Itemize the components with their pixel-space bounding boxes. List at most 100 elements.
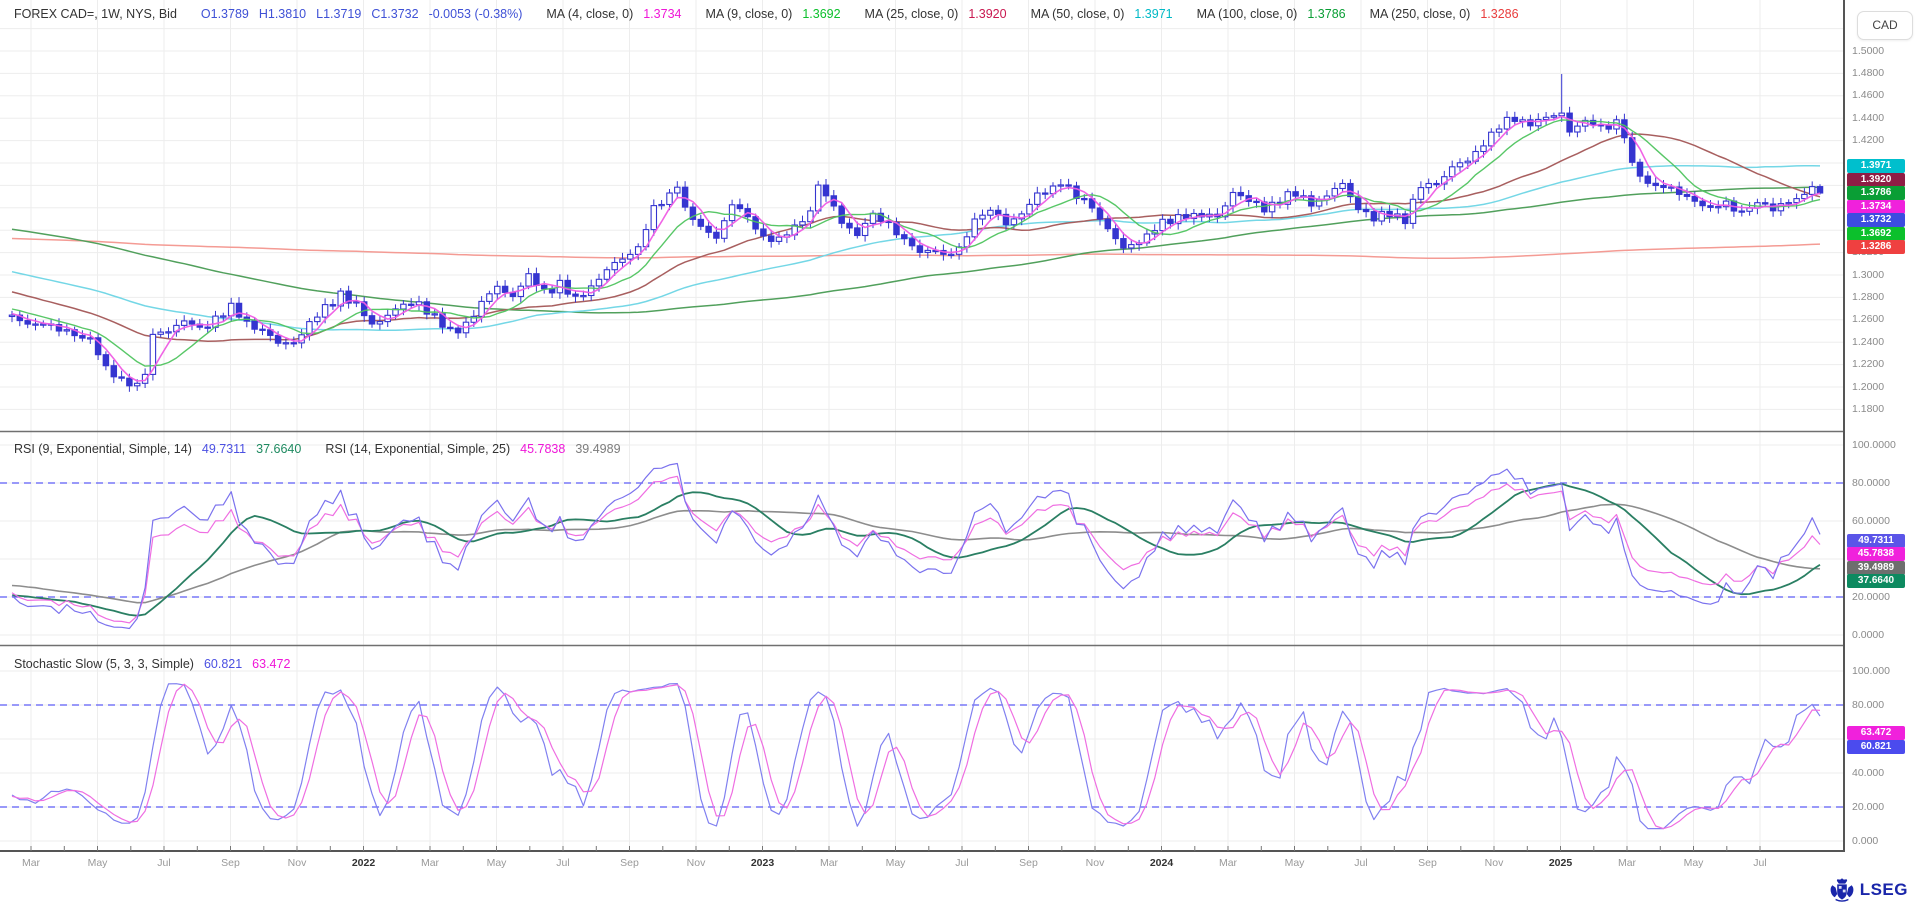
rsi1-label: RSI (9, Exponential, Simple, 14) <box>14 442 192 456</box>
rsi-axis-label: 100.0000 <box>1852 439 1896 451</box>
time-label-month: Sep <box>196 857 266 869</box>
rsi2-signal-value: 39.4989 <box>575 442 620 456</box>
chart-application: FOREX CAD=, 1W, NYS, Bid O1.3789 H1.3810… <box>0 0 1916 905</box>
time-axis[interactable]: MarMayJulSepNov2022MarMayJulSepNov2023Ma… <box>0 852 1846 876</box>
price-axis-label: 1.4600 <box>1852 89 1884 101</box>
candles-layer <box>9 74 1822 392</box>
rsi2-label: RSI (14, Exponential, Simple, 25) <box>325 442 510 456</box>
stoch-label: Stochastic Slow (5, 3, 3, Simple) <box>14 657 194 671</box>
ma-legend-value: 1.3786 <box>1307 7 1345 21</box>
low-value: L1.3719 <box>316 7 361 21</box>
ma-legend-label: MA (4, close, 0) <box>546 7 633 21</box>
time-label-year: 2025 <box>1526 857 1596 869</box>
ma-legend-value: 1.3971 <box>1134 7 1172 21</box>
time-label-month: Jul <box>129 857 199 869</box>
stoch-axis-label: 100.000 <box>1852 665 1890 677</box>
time-label-month: Nov <box>1459 857 1529 869</box>
price-badge: 1.3732 <box>1847 213 1905 227</box>
rsi1-value: 49.7311 <box>202 442 246 456</box>
stoch-axis-label: 0.000 <box>1852 835 1878 847</box>
ma-legend-item: MA (100, close, 0) 1.3786 <box>1197 7 1346 21</box>
main-panel-layer <box>9 74 1822 392</box>
lseg-logo: LSEG <box>1829 878 1908 902</box>
ma-legend-label: MA (50, close, 0) <box>1031 7 1125 21</box>
rsi1-signal-value: 37.6640 <box>256 442 301 456</box>
stoch-badge: 60.821 <box>1847 740 1905 754</box>
time-label-month: Mar <box>395 857 465 869</box>
time-label-month: May <box>861 857 931 869</box>
ma-legend-label: MA (250, close, 0) <box>1370 7 1471 21</box>
time-label-month: Nov <box>661 857 731 869</box>
rsi-badge: 37.6640 <box>1847 574 1905 588</box>
stoch-axis-label: 40.000 <box>1852 767 1884 779</box>
ma-legend-label: MA (25, close, 0) <box>865 7 959 21</box>
rsi-layer <box>12 464 1820 629</box>
chart-legend: FOREX CAD=, 1W, NYS, Bid O1.3789 H1.3810… <box>14 7 1533 21</box>
rsi-axis-label: 0.0000 <box>1852 629 1884 641</box>
change-value: -0.0053 (-0.38%) <box>429 7 523 21</box>
lseg-crest-icon <box>1829 878 1855 902</box>
price-badge: 1.3692 <box>1847 227 1905 241</box>
time-label-year: 2024 <box>1127 857 1197 869</box>
ma-legend-item: MA (25, close, 0) 1.3920 <box>865 7 1007 21</box>
ma-legend-value: 1.3734 <box>643 7 681 21</box>
time-label-month: Sep <box>595 857 665 869</box>
stoch-axis-label: 20.000 <box>1852 801 1884 813</box>
ma-legend-item: MA (9, close, 0)1.3692 <box>705 7 840 21</box>
price-badge: 1.3286 <box>1847 240 1905 254</box>
ma-legend-value: 1.3692 <box>802 7 840 21</box>
ma-legend-item: MA (4, close, 0) 1.3734 <box>546 7 681 21</box>
rsi-axis-label: 20.0000 <box>1852 591 1890 603</box>
rsi-axis-label: 80.0000 <box>1852 477 1890 489</box>
stochastic-panel-title: Stochastic Slow (5, 3, 3, Simple) 60.821… <box>14 657 290 671</box>
price-axis-label: 1.2800 <box>1852 291 1884 303</box>
time-label-month: Jul <box>528 857 598 869</box>
close-value: C1.3732 <box>371 7 418 21</box>
time-label-month: Jul <box>927 857 997 869</box>
rsi2-value: 45.7838 <box>520 442 565 456</box>
ma-legend-label: MA (100, close, 0) <box>1197 7 1298 21</box>
price-chart-canvas[interactable] <box>0 0 1845 852</box>
stoch-d-value: 63.472 <box>252 657 290 671</box>
time-label-month: Nov <box>262 857 332 869</box>
price-axis-label: 1.4400 <box>1852 112 1884 124</box>
ma-legend-item: MA (50, close, 0) 1.3971 <box>1031 7 1173 21</box>
price-badge: 1.3920 <box>1847 173 1905 187</box>
open-value: O1.3789 <box>201 7 249 21</box>
stoch-badge: 63.472 <box>1847 726 1905 740</box>
ohlc-group: O1.3789 H1.3810 L1.3719 C1.3732 -0.0053 … <box>201 7 523 21</box>
price-axis-label: 1.2600 <box>1852 313 1884 325</box>
currency-axis-button[interactable]: CAD <box>1857 11 1913 40</box>
price-axis-label: 1.2000 <box>1852 381 1884 393</box>
rsi-axis-label: 60.0000 <box>1852 515 1890 527</box>
rsi-panel-title: RSI (9, Exponential, Simple, 14) 49.7311… <box>14 442 621 456</box>
price-axis-label: 1.1800 <box>1852 403 1884 415</box>
time-label-month: May <box>1260 857 1330 869</box>
time-label-year: 2022 <box>329 857 399 869</box>
time-label-month: Mar <box>1193 857 1263 869</box>
time-label-month: Sep <box>1393 857 1463 869</box>
time-label-month: Mar <box>0 857 66 869</box>
price-axis[interactable]: 1.50001.48001.46001.44001.42001.40001.38… <box>1846 0 1916 852</box>
time-label-month: Sep <box>994 857 1064 869</box>
rsi-badge: 39.4989 <box>1847 561 1905 575</box>
time-label-month: Jul <box>1725 857 1795 869</box>
time-label-month: May <box>462 857 532 869</box>
ma-legend-value: 1.3286 <box>1480 7 1518 21</box>
lseg-logo-text: LSEG <box>1860 880 1908 900</box>
instrument-title: FOREX CAD=, 1W, NYS, Bid <box>14 7 177 21</box>
high-value: H1.3810 <box>259 7 306 21</box>
ma-legend-value: 1.3920 <box>968 7 1006 21</box>
time-label-year: 2023 <box>728 857 798 869</box>
ma-legend-item: MA (250, close, 0) 1.3286 <box>1370 7 1519 21</box>
ma-legend: MA (4, close, 0) 1.3734 MA (9, close, 0)1.… <box>546 7 1532 21</box>
stoch-k-value: 60.821 <box>204 657 242 671</box>
time-label-month: May <box>63 857 133 869</box>
time-label-month: Mar <box>1592 857 1662 869</box>
price-axis-label: 1.5000 <box>1852 45 1884 57</box>
price-axis-label: 1.2400 <box>1852 336 1884 348</box>
price-axis-label: 1.4200 <box>1852 134 1884 146</box>
time-label-month: Nov <box>1060 857 1130 869</box>
time-label-month: Mar <box>794 857 864 869</box>
price-axis-label: 1.4800 <box>1852 67 1884 79</box>
